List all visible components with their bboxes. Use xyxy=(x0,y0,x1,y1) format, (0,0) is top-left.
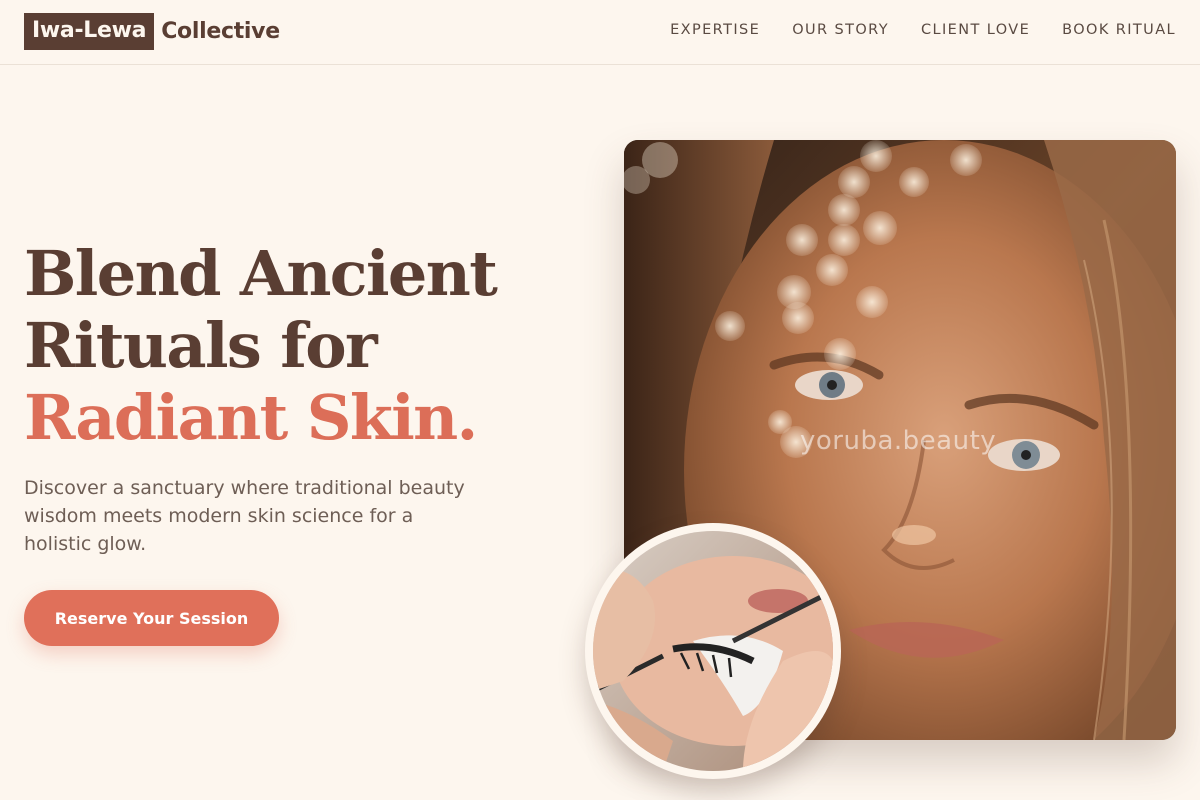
nav-link-expertise[interactable]: EXPERTISE xyxy=(670,22,760,38)
hero-title-accent: Radiant Skin. xyxy=(24,381,478,454)
treatment-inset-image xyxy=(585,523,841,779)
treatment-inset-photo xyxy=(593,531,833,771)
nav-link-our-story[interactable]: OUR STORY xyxy=(792,22,889,38)
nav-link-client-love[interactable]: CLIENT LOVE xyxy=(921,22,1030,38)
hero-description: Discover a sanctuary where traditional b… xyxy=(24,477,465,555)
hero-title-line-1: Blend Ancient xyxy=(24,237,498,310)
brand-logo[interactable]: Iwa-Lewa Collective xyxy=(24,13,280,50)
brand-logo-mark: Iwa-Lewa xyxy=(24,13,155,50)
reserve-session-button[interactable]: Reserve Your Session xyxy=(24,590,279,646)
hero-title: Blend Ancient Rituals for Radiant Skin. xyxy=(24,237,498,454)
brand-logo-name: Collective xyxy=(161,18,280,44)
nav-link-book-ritual[interactable]: BOOK RITUAL xyxy=(1062,22,1176,38)
image-watermark: yoruba.beauty xyxy=(800,426,997,456)
site-header: Iwa-Lewa Collective EXPERTISE OUR STORY … xyxy=(0,0,1200,65)
hero-title-line-2: Rituals for xyxy=(24,309,378,382)
main-nav: EXPERTISE OUR STORY CLIENT LOVE BOOK RIT… xyxy=(670,22,1176,38)
